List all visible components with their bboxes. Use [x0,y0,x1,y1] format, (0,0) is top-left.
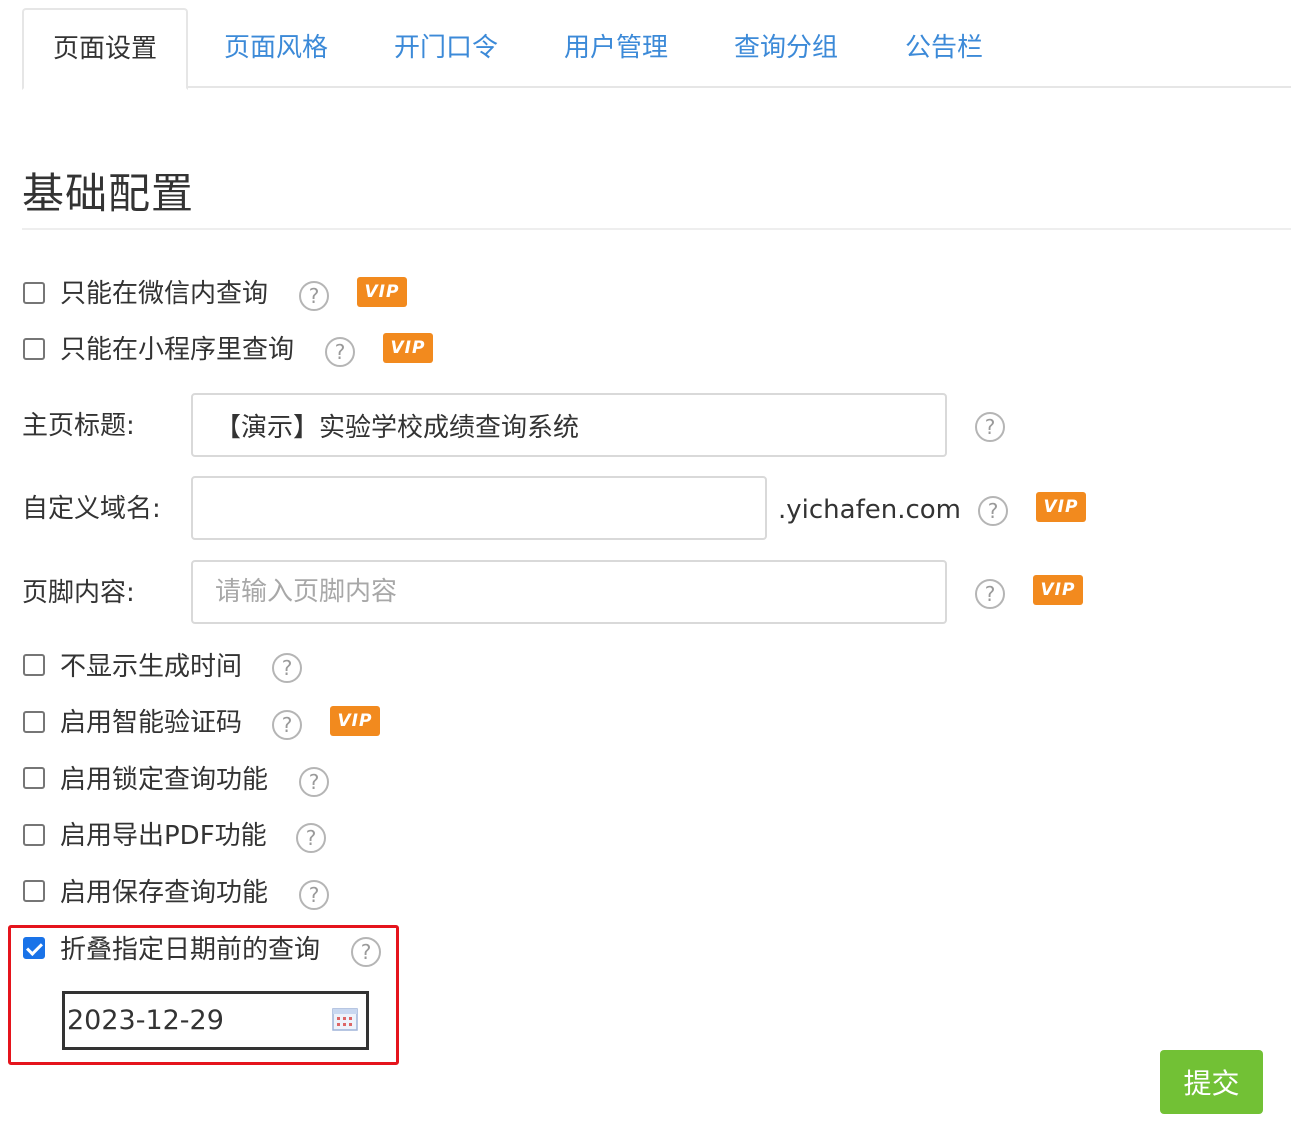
tab-user-management[interactable]: 用户管理 [544,8,688,88]
custom-domain-label: 自定义域名: [22,494,161,524]
domain-suffix: .yichafen.com [778,495,962,525]
lock-query-label: 启用锁定查询功能 [60,765,269,795]
home-title-help-icon[interactable]: ? [975,412,1005,442]
miniprogram-only-label: 只能在小程序里查询 [60,335,295,365]
fold-before-date-checkbox[interactable] [23,937,45,959]
fold-before-date-help-icon[interactable]: ? [351,937,381,967]
smart-captcha-help-icon[interactable]: ? [272,710,302,740]
smart-captcha-label: 启用智能验证码 [60,708,243,738]
custom-domain-vip-badge: VIP [1036,492,1086,522]
footer-content-vip-badge: VIP [1033,575,1083,605]
tab-page-settings[interactable]: 页面设置 [22,8,188,90]
miniprogram-only-checkbox[interactable] [23,338,45,360]
section-title: 基础配置 [22,169,195,218]
miniprogram-only-help-icon[interactable]: ? [325,337,355,367]
miniprogram-only-vip-badge: VIP [383,333,433,363]
tab-bulletin[interactable]: 公告栏 [884,8,1004,88]
tab-page-style[interactable]: 页面风格 [204,8,348,88]
tab-query-groups[interactable]: 查询分组 [714,8,858,88]
section-divider [22,228,1291,230]
smart-captcha-checkbox[interactable] [23,711,45,733]
export-pdf-checkbox[interactable] [23,824,45,846]
calendar-icon[interactable] [332,1007,358,1031]
tab-door-password[interactable]: 开门口令 [374,8,518,88]
fold-before-date-label: 折叠指定日期前的查询 [60,935,321,965]
home-title-input[interactable] [191,393,947,457]
hide-generate-time-help-icon[interactable]: ? [272,653,302,683]
lock-query-checkbox[interactable] [23,767,45,789]
export-pdf-label: 启用导出PDF功能 [60,821,267,851]
save-query-label: 启用保存查询功能 [60,878,269,908]
fold-date-field[interactable] [62,991,369,1050]
lock-query-help-icon[interactable]: ? [299,767,329,797]
home-title-label: 主页标题: [22,411,135,441]
footer-content-help-icon[interactable]: ? [975,579,1005,609]
footer-content-input[interactable] [191,560,947,624]
submit-button[interactable]: 提交 [1160,1050,1263,1114]
custom-domain-input[interactable] [191,476,767,540]
fold-date-input[interactable] [67,994,327,1047]
wechat-only-vip-badge: VIP [357,277,407,307]
wechat-only-label: 只能在微信内查询 [60,279,269,309]
smart-captcha-vip-badge: VIP [330,706,380,736]
hide-generate-time-checkbox[interactable] [23,654,45,676]
custom-domain-help-icon[interactable]: ? [978,496,1008,526]
save-query-help-icon[interactable]: ? [299,880,329,910]
export-pdf-help-icon[interactable]: ? [296,823,326,853]
wechat-only-help-icon[interactable]: ? [299,281,329,311]
footer-content-label: 页脚内容: [22,578,135,608]
wechat-only-checkbox[interactable] [23,282,45,304]
hide-generate-time-label: 不显示生成时间 [60,652,243,682]
save-query-checkbox[interactable] [23,880,45,902]
